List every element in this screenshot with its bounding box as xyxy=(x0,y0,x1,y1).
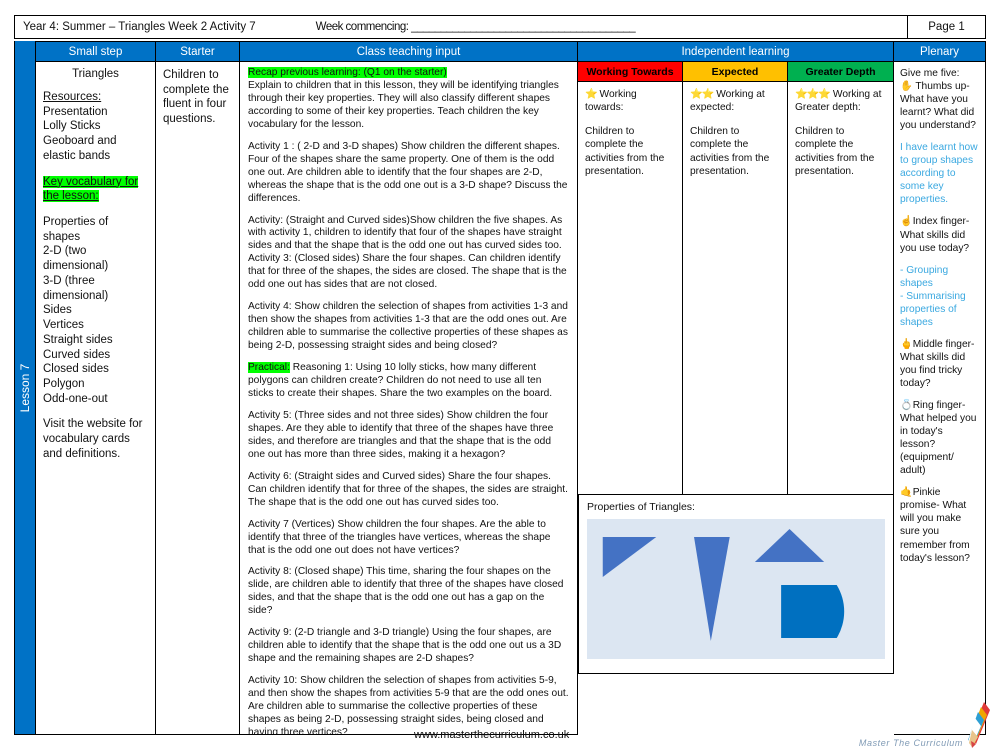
activity-paragraph: Activity 7 (Vertices) Show children the … xyxy=(248,518,551,556)
key-vocabulary-heading-text: Key vocabulary for the lesson: xyxy=(43,175,139,203)
column-small-step: Triangles Resources: Presentation Lolly … xyxy=(36,62,156,735)
starter-text: Children to complete the fluent in four … xyxy=(163,69,229,126)
vocab-item: Sides xyxy=(43,304,72,317)
il-header-expected: Expected xyxy=(683,62,787,82)
recap-block: Recap previous learning: (Q1 on the star… xyxy=(248,67,569,132)
il-text-working-towards: Children to complete the activities from… xyxy=(585,125,665,178)
plenary-item-1: ✋ Thumbs up- What have you learnt? What … xyxy=(900,80,979,132)
week-commencing-field[interactable]: Week commencing: _______________________… xyxy=(256,21,907,33)
practical-label: Practical: xyxy=(248,362,290,374)
equilateral-triangle-shape xyxy=(754,529,825,562)
vocab-item: Polygon xyxy=(43,377,85,390)
activity-paragraph: Activity 4: Show children the selection … xyxy=(248,301,568,352)
column-header-class-teaching-input: Class teaching input xyxy=(240,41,578,62)
star-icon: ⭐ xyxy=(585,89,598,100)
resources-heading: Resources: xyxy=(43,91,102,103)
il-subtitle-greater-depth: ⭐⭐⭐ Working at Greater depth: xyxy=(795,88,886,115)
plenary-intro: Give me five: xyxy=(900,68,960,79)
shapes-panel-title: Properties of Triangles: xyxy=(587,501,695,513)
column-header-starter: Starter xyxy=(156,41,240,62)
page-titlebar: Year 4: Summer – Triangles Week 2 Activi… xyxy=(14,15,986,39)
il-subtitle-working-towards: ⭐ Working towards: xyxy=(585,88,675,115)
small-step-title: Triangles xyxy=(72,68,119,80)
vocab-item: Straight sides xyxy=(43,333,113,346)
brand-logo: Master The Curriculum xyxy=(859,700,992,748)
independent-learning-working-towards: Working Towards ⭐ Working towards: Child… xyxy=(578,62,683,494)
vocab-item: Curved sides xyxy=(43,348,111,361)
vocab-item: 3-D (three dimensional) xyxy=(43,274,109,302)
pinkie-icon: 🤙 xyxy=(900,487,913,499)
resource-item: Lolly Sticks xyxy=(43,120,101,133)
resource-item: Geoboard and elastic bands xyxy=(43,135,117,162)
il-header-greater-depth: Greater Depth xyxy=(788,62,893,82)
vocab-item: Properties of shapes xyxy=(43,216,109,243)
narrow-tall-triangle-shape xyxy=(694,537,730,641)
column-starter: Children to complete the fluent in four … xyxy=(156,62,240,735)
right-triangle-shape xyxy=(602,537,657,577)
il-text-expected: Children to complete the activities from… xyxy=(690,125,770,178)
il-text-greater-depth: Children to complete the activities from… xyxy=(795,125,875,178)
activity-paragraph: Activity 5: (Three sides and not three s… xyxy=(248,409,554,460)
plenary-question-4: Ring finger- What helped you in today's … xyxy=(900,400,977,477)
il-subtitle-expected: ⭐⭐ Working at expected: xyxy=(690,88,780,115)
key-vocabulary-heading: Key vocabulary for the lesson: xyxy=(43,175,148,204)
column-plenary: Give me five: ✋ Thumbs up- What have you… xyxy=(894,62,986,735)
shapes-svg xyxy=(602,529,845,641)
lesson-tab-label: Lesson 7 xyxy=(18,363,32,412)
lesson-tab: Lesson 7 xyxy=(14,41,36,735)
vocab-item: Closed sides xyxy=(43,363,109,376)
vocab-item: Vertices xyxy=(43,319,84,332)
plenary-item-5: 🤙Pinkie promise- What will you make sure… xyxy=(900,486,979,564)
activity-paragraph: Activity 1 : ( 2-D and 3-D shapes) Show … xyxy=(248,140,568,204)
il-header-working-towards: Working Towards xyxy=(578,62,682,82)
resource-item: Presentation xyxy=(43,105,108,118)
plenary-question-5: Pinkie promise- What will you make sure … xyxy=(900,487,970,564)
column-header-small-step: Small step xyxy=(36,41,156,62)
activity-paragraph: Activity 8: (Closed shape) This time, sh… xyxy=(248,566,564,617)
website-url[interactable]: www.masterthecurriculum.co.uk xyxy=(414,729,569,741)
column-header-plenary: Plenary xyxy=(894,41,986,62)
page-title: Year 4: Summer – Triangles Week 2 Activi… xyxy=(23,21,256,33)
vocab-item: 2-D (two dimensional) xyxy=(43,245,109,273)
quarter-circle-rounded-square-shape xyxy=(781,585,845,638)
page-number: Page 1 xyxy=(907,16,985,38)
plenary-answer-1: I have learnt how to group shapes accord… xyxy=(900,142,978,206)
activity-paragraph: Activity: (Straight and Curved sides)Sho… xyxy=(248,214,567,291)
column-class-teaching-input: Recap previous learning: (Q1 on the star… xyxy=(240,62,578,735)
worksheet-page: Year 4: Summer – Triangles Week 2 Activi… xyxy=(0,0,1000,750)
independent-learning-expected: Expected ⭐⭐ Working at expected: Childre… xyxy=(683,62,788,494)
recap-label: Recap previous learning: (Q1 on the star… xyxy=(248,67,447,78)
star-icon: ⭐⭐⭐ xyxy=(795,89,831,100)
brand-text: Master The Curriculum xyxy=(858,738,963,748)
column-header-independent-learning: Independent learning xyxy=(578,41,894,62)
plenary-item-2: ☝Index finger- What skills did you use t… xyxy=(900,215,979,254)
independent-learning-greater-depth: Greater Depth ⭐⭐⭐ Working at Greater dep… xyxy=(788,62,894,494)
practical-block: Practical: Reasoning 1: Using 10 lolly s… xyxy=(248,362,569,401)
middle-finger-icon: 🖕 xyxy=(900,338,913,350)
recap-text: Explain to children that in this lesson,… xyxy=(248,79,559,130)
small-step-note: Visit the website for vocabulary cards a… xyxy=(43,418,143,460)
pencil-icon xyxy=(968,702,990,748)
activity-paragraph: Activity 9: (2-D triangle and 3-D triang… xyxy=(248,627,562,665)
plenary-answer-2: - Grouping shapes - Summarising properti… xyxy=(900,264,966,328)
properties-of-triangles-panel: Properties of Triangles: xyxy=(578,494,894,674)
plenary-item-4: 💍Ring finger- What helped you in today's… xyxy=(900,399,979,477)
star-icon: ⭐⭐ xyxy=(690,89,714,100)
vocab-item: Odd-one-out xyxy=(43,392,108,405)
shapes-canvas xyxy=(587,519,885,659)
activity-paragraph: Activity 10: Show children the selection… xyxy=(248,675,569,735)
thumbs-up-icon: ✋ xyxy=(900,81,913,93)
activity-paragraph: Activity 6: (Straight sides and Curved s… xyxy=(248,470,568,508)
plenary-item-3: 🖕Middle finger- What skills did you find… xyxy=(900,338,979,390)
ring-finger-icon: 💍 xyxy=(900,400,913,412)
practical-text: Reasoning 1: Using 10 lolly sticks, how … xyxy=(248,362,553,399)
index-finger-icon: ☝ xyxy=(900,216,913,228)
